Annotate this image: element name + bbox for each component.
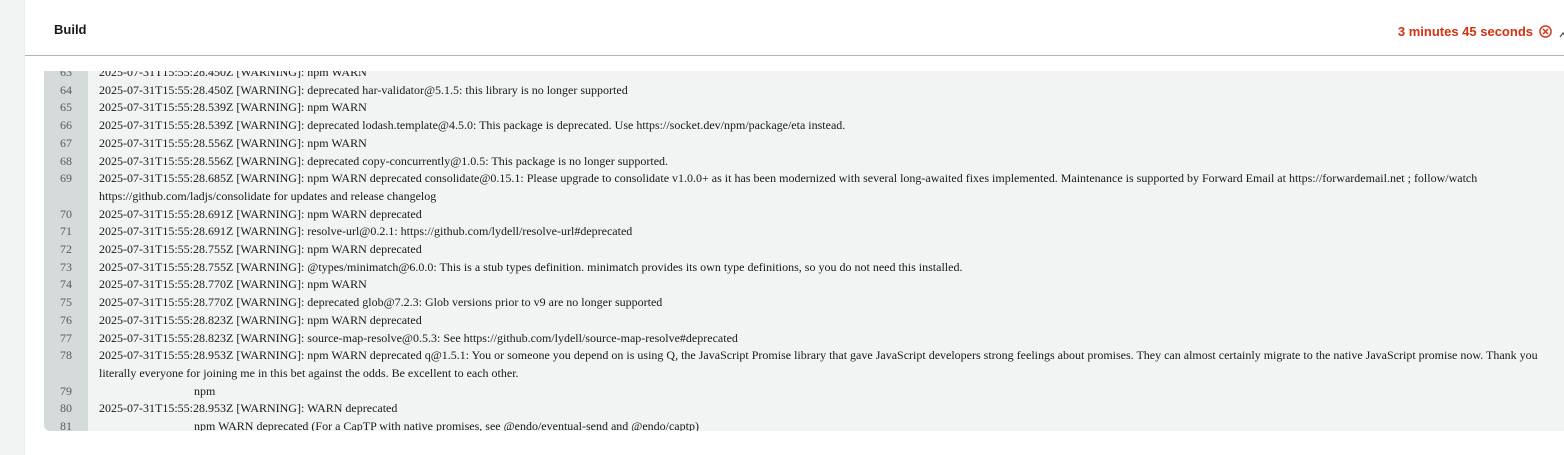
line-number: 78	[60, 348, 72, 363]
log-line: 63 2025-07-31T15:55:28.450Z [WARNING]: np…	[44, 71, 1564, 82]
log-line-text: 2025-07-31T15:55:28.755Z [WARNING]: @typ…	[99, 259, 963, 274]
log-line-text: 2025-07-31T15:55:28.823Z [WARNING]: npm …	[99, 312, 422, 327]
log-line: 66 2025-07-31T15:55:28.539Z [WARNING]: de…	[44, 117, 1564, 135]
line-number: 65	[60, 100, 72, 115]
log-line-text: 2025-07-31T15:55:28.691Z [WARNING]: npm …	[99, 206, 422, 221]
log-line: 72 2025-07-31T15:55:28.755Z [WARNING]: np…	[44, 241, 1564, 259]
log-line-text: 2025-07-31T15:55:28.770Z [WARNING]: depr…	[99, 295, 663, 310]
line-number: 77	[60, 330, 72, 345]
line-number: 79	[60, 383, 72, 398]
chevron-up-icon[interactable]	[1559, 26, 1564, 38]
line-number: 75	[60, 295, 72, 310]
build-log[interactable]: 63 2025-07-31T15:55:28.450Z [WARNING]: np…	[44, 71, 1564, 431]
line-number: 63	[60, 71, 72, 79]
line-number: 81	[60, 419, 72, 431]
log-line-text: 2025-07-31T15:55:28.539Z [WARNING]: npm …	[99, 100, 367, 115]
log-lines: 63 2025-07-31T15:55:28.450Z [WARNING]: np…	[44, 71, 1564, 431]
line-number: 72	[60, 242, 72, 257]
build-page: Build 3 minutes 45 seconds 63 2025-07-31T…	[0, 0, 1564, 455]
log-line-text: 2025-07-31T15:55:28.556Z [WARNING]: npm …	[99, 135, 367, 150]
build-header: Build 3 minutes 45 seconds	[25, 0, 1564, 56]
log-line: 77 2025-07-31T15:55:28.823Z [WARNING]: so…	[44, 330, 1564, 348]
line-number: 80	[60, 401, 72, 416]
panel-title: Build	[54, 22, 87, 37]
build-duration: 3 minutes 45 seconds	[1398, 24, 1552, 39]
log-line-text: 2025-07-31T15:55:28.755Z [WARNING]: npm …	[99, 242, 422, 257]
log-line: 81 npm WARN deprecated (For a CapTP with …	[44, 418, 1564, 431]
log-line: 68 2025-07-31T15:55:28.556Z [WARNING]: de…	[44, 153, 1564, 171]
close-circle-icon[interactable]	[1538, 25, 1552, 39]
line-number: 68	[60, 153, 72, 168]
log-line: 76 2025-07-31T15:55:28.823Z [WARNING]: np…	[44, 312, 1564, 330]
log-line: 74 2025-07-31T15:55:28.770Z [WARNING]: np…	[44, 276, 1564, 294]
log-line: 69 2025-07-31T15:55:28.685Z [WARNING]: np…	[44, 170, 1564, 205]
line-number: 70	[60, 206, 72, 221]
log-line: 80 2025-07-31T15:55:28.953Z [WARNING]: WA…	[44, 400, 1564, 418]
log-line: 79 npm	[44, 383, 1564, 401]
log-line-text: npm	[194, 383, 216, 398]
build-panel: Build 3 minutes 45 seconds 63 2025-07-31T…	[24, 0, 1564, 455]
log-line: 70 2025-07-31T15:55:28.691Z [WARNING]: np…	[44, 206, 1564, 224]
log-line-text: 2025-07-31T15:55:28.691Z [WARNING]: reso…	[99, 224, 633, 239]
log-line: 67 2025-07-31T15:55:28.556Z [WARNING]: np…	[44, 135, 1564, 153]
log-line-text: 2025-07-31T15:55:28.770Z [WARNING]: npm …	[99, 277, 367, 292]
log-line-text: 2025-07-31T15:55:28.953Z [WARNING]: WARN…	[99, 401, 398, 416]
log-line: 71 2025-07-31T15:55:28.691Z [WARNING]: re…	[44, 223, 1564, 241]
log-line: 73 2025-07-31T15:55:28.755Z [WARNING]: @t…	[44, 259, 1564, 277]
log-line-text: npm WARN deprecated (For a CapTP with na…	[194, 419, 699, 431]
line-number: 76	[60, 312, 72, 327]
log-line-text: 2025-07-31T15:55:28.539Z [WARNING]: depr…	[99, 118, 846, 133]
line-number: 73	[60, 259, 72, 274]
log-line-text: 2025-07-31T15:55:28.450Z [WARNING]: npm …	[99, 71, 367, 79]
log-line-text: 2025-07-31T15:55:28.953Z [WARNING]: npm …	[99, 348, 1541, 380]
log-line-text: 2025-07-31T15:55:28.556Z [WARNING]: depr…	[99, 153, 669, 168]
line-number: 67	[60, 135, 72, 150]
log-line-text: 2025-07-31T15:55:28.823Z [WARNING]: sour…	[99, 330, 738, 345]
log-line-text: 2025-07-31T15:55:28.685Z [WARNING]: npm …	[99, 171, 1481, 203]
line-number: 69	[60, 171, 72, 186]
duration-text: 3 minutes 45 seconds	[1397, 24, 1533, 39]
log-line: 78 2025-07-31T15:55:28.953Z [WARNING]: np…	[44, 347, 1564, 382]
log-line: 75 2025-07-31T15:55:28.770Z [WARNING]: de…	[44, 294, 1564, 312]
line-number: 64	[60, 82, 72, 97]
log-line: 64 2025-07-31T15:55:28.450Z [WARNING]: de…	[44, 82, 1564, 100]
log-line: 65 2025-07-31T15:55:28.539Z [WARNING]: np…	[44, 99, 1564, 117]
line-number: 74	[60, 277, 72, 292]
line-number: 66	[60, 118, 72, 133]
log-line-text: 2025-07-31T15:55:28.450Z [WARNING]: depr…	[99, 82, 628, 97]
line-number: 71	[60, 224, 72, 239]
